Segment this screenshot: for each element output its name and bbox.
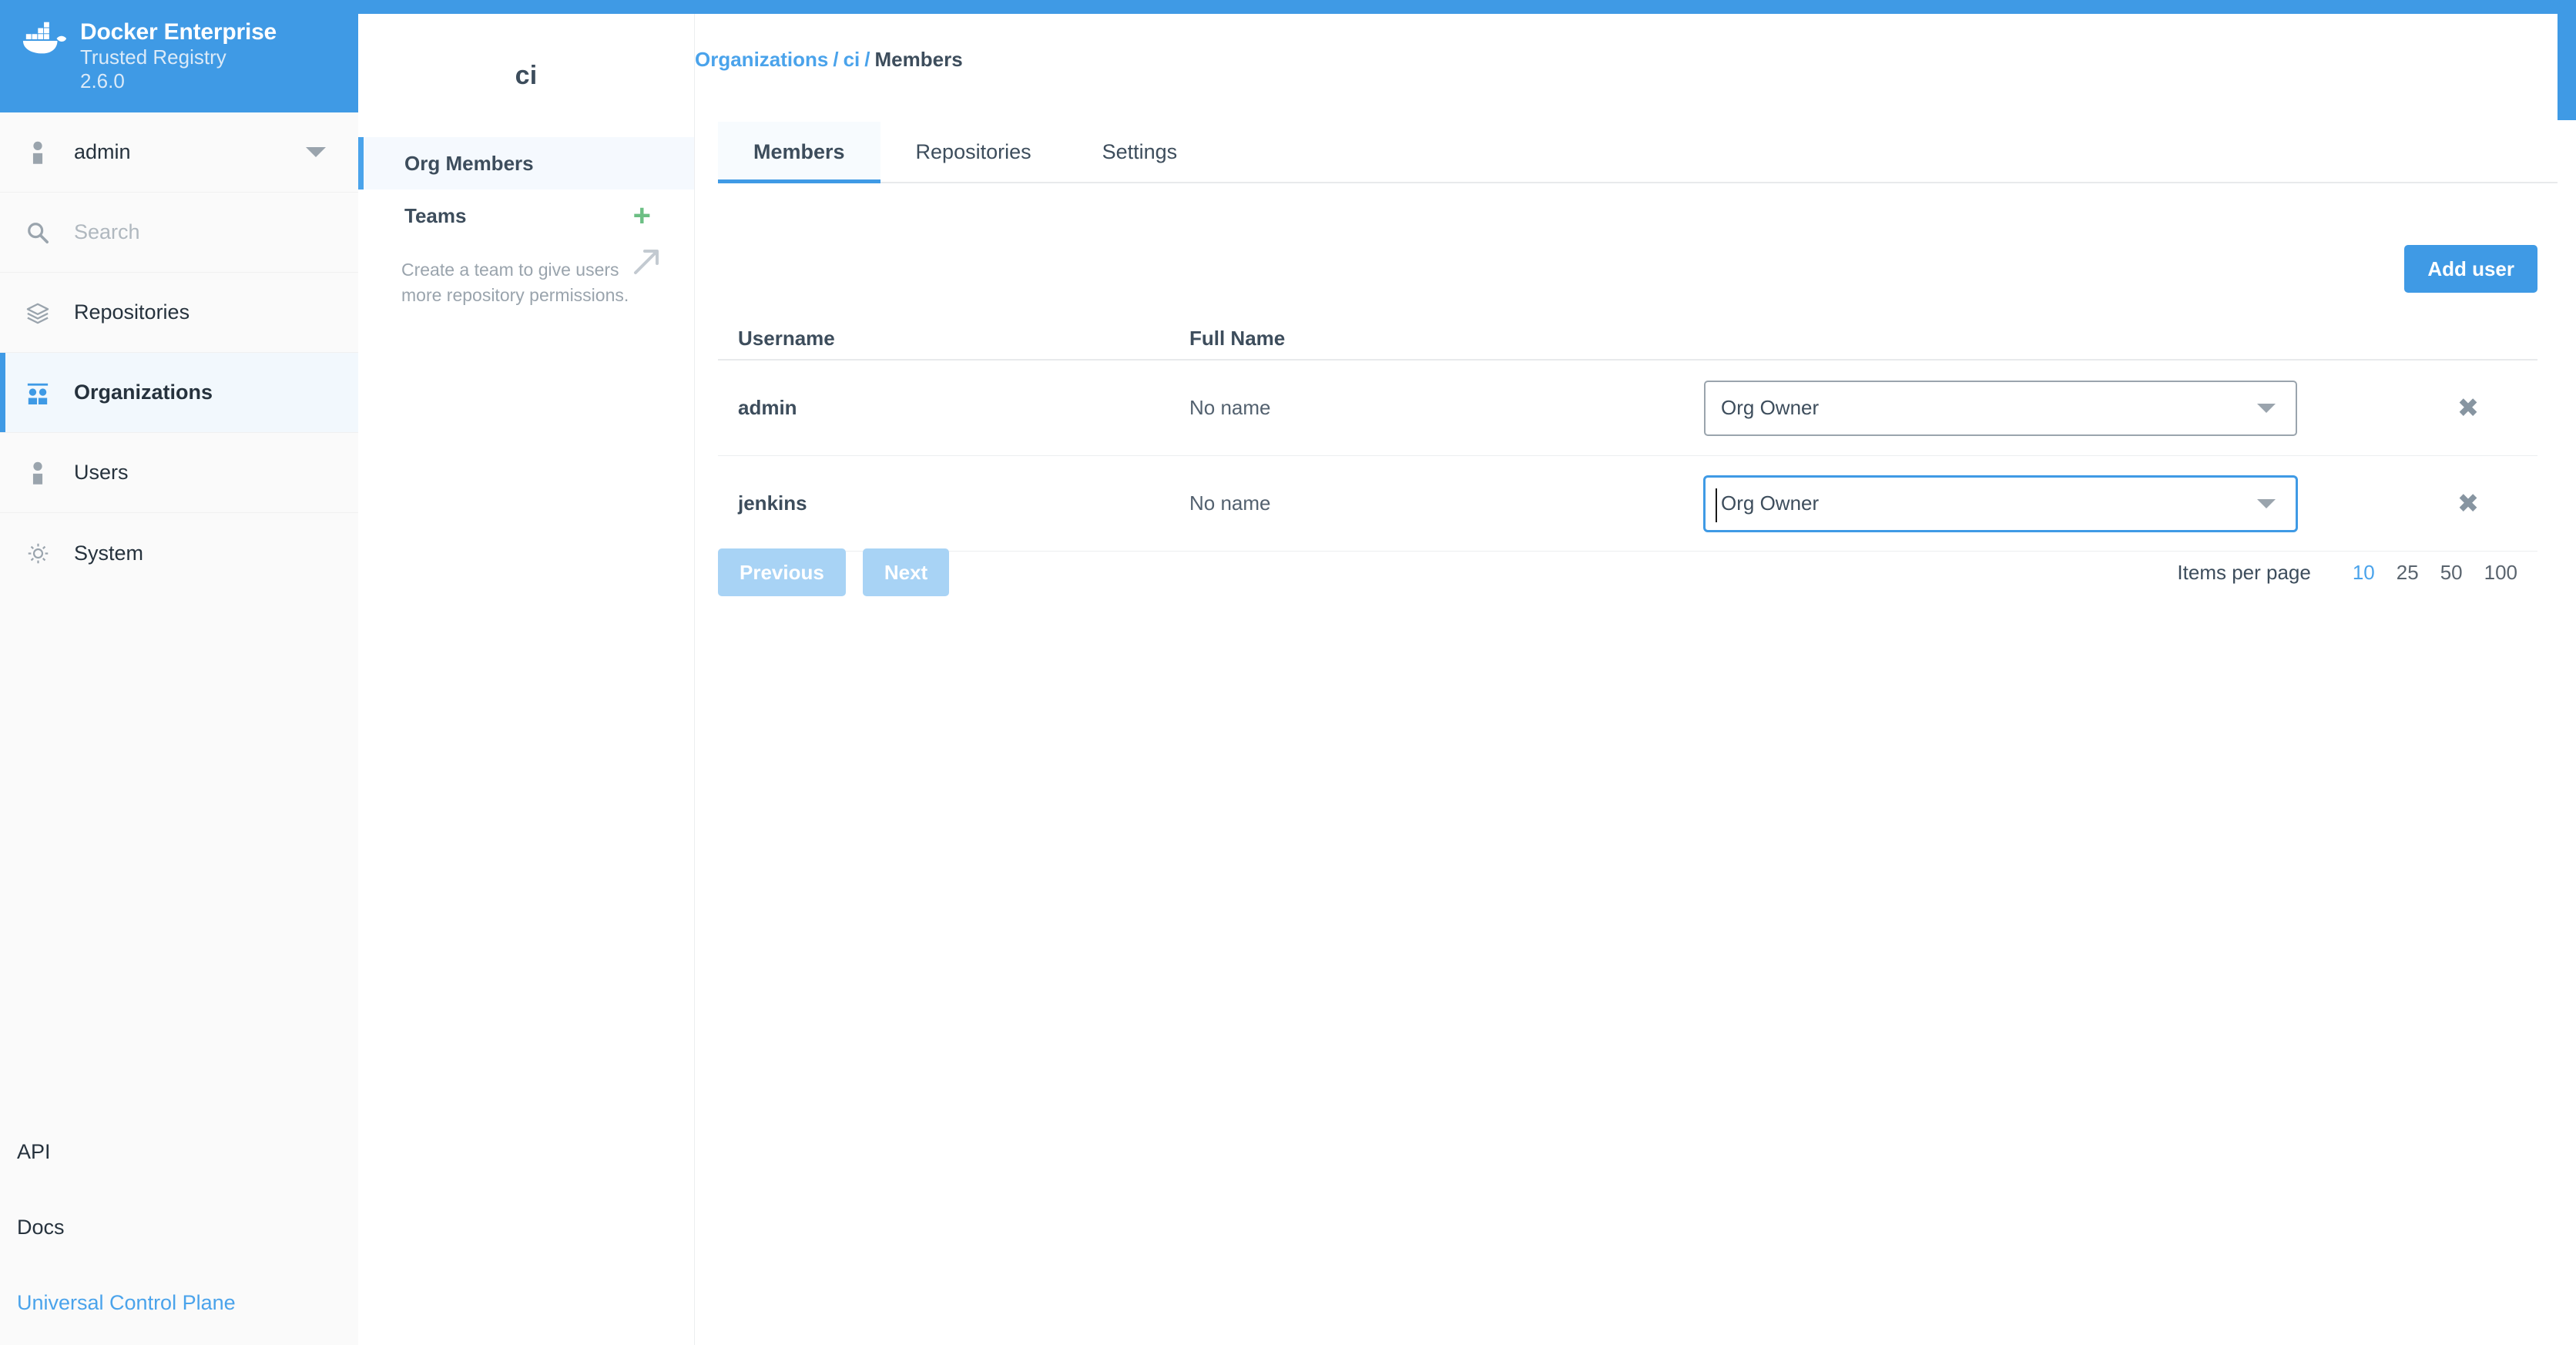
account-label: admin (74, 140, 131, 164)
sidebar-item-label: System (74, 542, 143, 565)
items-per-page-option-50[interactable]: 50 (2440, 561, 2463, 585)
items-per-page-label: Items per page (2177, 561, 2310, 585)
cell-actions: ✖ (2399, 395, 2537, 421)
user-icon (15, 461, 60, 485)
org-hint-wrapper: Create a team to give users more reposit… (358, 242, 694, 307)
brand-version: 2.6.0 (80, 69, 277, 93)
brand-header: Docker Enterprise Trusted Registry 2.6.0 (0, 0, 358, 112)
cell-role: Org Owner (1658, 381, 2399, 436)
sidebar-item-system[interactable]: System (0, 513, 358, 593)
cell-username: admin (718, 396, 1189, 420)
members-panel: Add user Username Full Name admin No nam… (718, 185, 2537, 1345)
chevron-down-icon[interactable] (306, 147, 326, 157)
org-name-title: ci (358, 14, 694, 137)
items-per-page-option-100[interactable]: 100 (2484, 561, 2517, 585)
user-icon (15, 141, 60, 164)
sidebar-link-universal-control-plane[interactable]: Universal Control Plane (0, 1265, 358, 1340)
add-user-button[interactable]: Add user (2404, 245, 2537, 293)
brand-subtitle: Trusted Registry (80, 45, 277, 69)
cell-username: jenkins (718, 491, 1189, 515)
sidebar-item-users[interactable]: Users (0, 433, 358, 513)
sidebar-item-repositories[interactable]: Repositories (0, 273, 358, 353)
breadcrumb-separator: / (828, 48, 843, 71)
chevron-down-icon (2257, 499, 2276, 508)
org-nav-item-label: Org Members (404, 152, 534, 176)
tab-bar: Members Repositories Settings (718, 122, 2558, 183)
organizations-icon (15, 381, 60, 404)
cell-actions: ✖ (2399, 491, 2537, 517)
text-cursor (1716, 488, 1717, 522)
main-content: Organizations/ci/Members Members Reposit… (695, 14, 2558, 1345)
pagination-bar: Previous Next Items per page 10 25 50 10… (718, 545, 2537, 599)
table-row: jenkins No name Org Owner ✖ (718, 456, 2537, 552)
breadcrumb-org[interactable]: ci (844, 48, 860, 71)
remove-member-button[interactable]: ✖ (2457, 491, 2480, 517)
breadcrumb: Organizations/ci/Members (695, 48, 963, 72)
sidebar-item-label: Repositories (74, 300, 190, 324)
column-header-username: Username (718, 327, 1189, 351)
sidebar-item-organizations[interactable]: Organizations (0, 353, 358, 433)
tab-settings[interactable]: Settings (1067, 122, 1213, 182)
cell-full-name: No name (1189, 491, 1658, 515)
previous-page-button[interactable]: Previous (718, 548, 846, 596)
search-icon (15, 221, 60, 244)
cell-role: Org Owner (1658, 476, 2399, 532)
role-select[interactable]: Org Owner (1704, 381, 2297, 436)
app-root: Docker Enterprise Trusted Registry 2.6.0… (0, 0, 2576, 1345)
sidebar-link-docs[interactable]: Docs (0, 1189, 358, 1265)
items-per-page-option-10[interactable]: 10 (2353, 561, 2375, 585)
sidebar-spacer (0, 593, 358, 1114)
column-header-full-name: Full Name (1189, 327, 1658, 351)
tab-repositories[interactable]: Repositories (880, 122, 1067, 182)
breadcrumb-organizations[interactable]: Organizations (695, 48, 828, 71)
top-accent-band (0, 0, 2576, 14)
org-nav-item-label: Teams (404, 204, 466, 228)
arrow-up-right-icon (629, 245, 663, 279)
primary-sidebar: Docker Enterprise Trusted Registry 2.6.0… (0, 0, 358, 1345)
org-hint-text: Create a team to give users more reposit… (401, 257, 632, 307)
tab-members[interactable]: Members (718, 122, 880, 182)
chevron-down-icon (2257, 404, 2276, 413)
right-accent-band (2558, 0, 2576, 120)
docker-whale-icon (22, 22, 69, 57)
sidebar-bottom-links: API Docs Universal Control Plane (0, 1114, 358, 1345)
table-header-row: Username Full Name (718, 317, 2537, 361)
search-input[interactable]: Search (74, 220, 140, 244)
account-menu[interactable]: admin (0, 112, 358, 193)
brand-title: Docker Enterprise (80, 18, 277, 45)
role-select[interactable]: Org Owner (1704, 476, 2297, 532)
members-table: Username Full Name admin No name Org Own… (718, 317, 2537, 552)
role-select-value: Org Owner (1721, 396, 1819, 420)
role-select-value: Org Owner (1721, 491, 1819, 515)
table-row: admin No name Org Owner ✖ (718, 361, 2537, 456)
sidebar-item-label: Users (74, 461, 129, 485)
next-page-button[interactable]: Next (863, 548, 949, 596)
remove-member-button[interactable]: ✖ (2457, 395, 2480, 421)
repositories-icon (15, 301, 60, 324)
org-secondary-panel: ci Org Members Teams + Create a team to … (358, 14, 695, 1345)
breadcrumb-current: Members (875, 48, 963, 71)
cell-full-name: No name (1189, 396, 1658, 420)
items-per-page-option-25[interactable]: 25 (2397, 561, 2419, 585)
gear-icon (15, 542, 60, 565)
sidebar-link-api[interactable]: API (0, 1114, 358, 1189)
org-nav-item-org-members[interactable]: Org Members (358, 137, 694, 190)
items-per-page-control: Items per page 10 25 50 100 (2177, 561, 2537, 585)
sidebar-item-label: Organizations (74, 381, 213, 404)
org-nav-item-teams[interactable]: Teams + (358, 190, 694, 242)
search-row[interactable]: Search (0, 193, 358, 273)
plus-icon[interactable]: + (633, 200, 651, 231)
breadcrumb-separator: / (860, 48, 874, 71)
